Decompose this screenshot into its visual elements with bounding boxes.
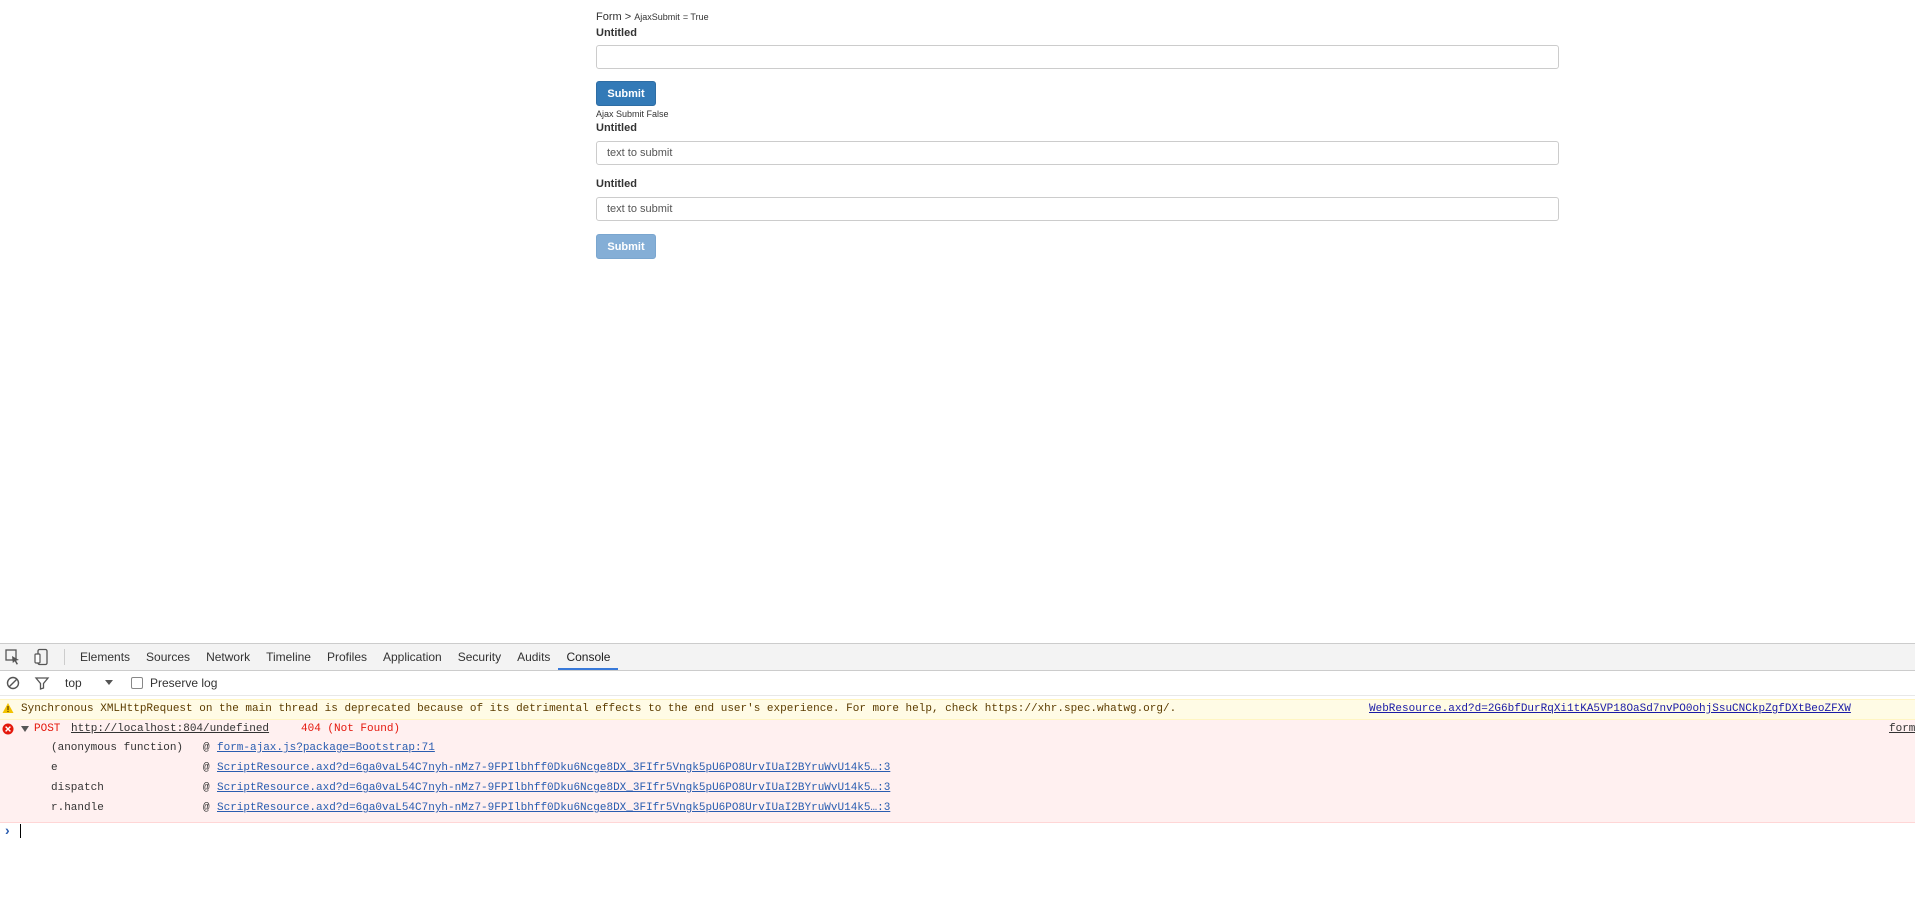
- ajax-submit-label: Ajax Submit: [596, 109, 645, 119]
- tab-console[interactable]: Console: [558, 644, 619, 670]
- web-page: Form > AjaxSubmit = True Untitled Submit…: [0, 0, 1915, 643]
- preserve-log-checkbox[interactable]: [131, 677, 143, 689]
- device-toolbar-icon[interactable]: [33, 648, 51, 666]
- stack-frame-at: @: [203, 762, 210, 774]
- expand-triangle-icon[interactable]: [20, 724, 30, 738]
- toolbar-divider: [64, 649, 65, 665]
- console-messages: Synchronous XMLHttpRequest on the main t…: [0, 699, 1915, 823]
- stack-frame-link[interactable]: form-ajax.js?package=Bootstrap:71: [217, 742, 435, 754]
- ajax-submit-status: Ajax Submit False: [596, 109, 669, 119]
- stack-frame-fn: dispatch: [51, 782, 104, 794]
- tab-network[interactable]: Network: [198, 644, 258, 670]
- warning-message: Synchronous XMLHttpRequest on the main t…: [21, 703, 1177, 715]
- warning-icon: [2, 702, 14, 718]
- filter-icon[interactable]: [34, 675, 50, 691]
- tab-sources[interactable]: Sources: [138, 644, 198, 670]
- stack-frame-link[interactable]: ScriptResource.axd?d=6ga0vaL54C7nyh-nMz7…: [217, 762, 890, 774]
- form2-text-input-2[interactable]: [596, 197, 1559, 221]
- devtools-tabs: Elements Sources Network Timeline Profil…: [72, 644, 619, 670]
- stack-frame-fn: r.handle: [51, 802, 104, 814]
- breadcrumb-separator: >: [624, 11, 632, 23]
- console-warning-row: Synchronous XMLHttpRequest on the main t…: [0, 699, 1915, 720]
- warning-source-link[interactable]: WebResource.axd?d=2G6bfDurRqXi1tKA5VP18O…: [1369, 703, 1851, 715]
- stack-frame-fn: e: [51, 762, 58, 774]
- text-cursor: [20, 824, 21, 838]
- error-source-link[interactable]: form: [1889, 723, 1915, 735]
- context-selector[interactable]: top: [65, 676, 82, 690]
- dropdown-arrow-icon[interactable]: [102, 675, 118, 691]
- stack-frame-at: @: [203, 802, 210, 814]
- breadcrumb: Form > AjaxSubmit = True: [596, 11, 709, 23]
- console-error-row: POST http://localhost:804/undefined 404 …: [0, 720, 1915, 823]
- inspect-element-icon[interactable]: [4, 648, 22, 666]
- form1-submit-button[interactable]: Submit: [596, 81, 656, 106]
- form1-text-input[interactable]: [596, 45, 1559, 69]
- console-filter-bar: top Preserve log: [0, 671, 1915, 696]
- error-method: POST: [34, 723, 61, 735]
- error-icon: [2, 723, 14, 739]
- stack-frame-link[interactable]: ScriptResource.axd?d=6ga0vaL54C7nyh-nMz7…: [217, 782, 890, 794]
- form2-submit-button[interactable]: Submit: [596, 234, 656, 259]
- tab-security[interactable]: Security: [450, 644, 509, 670]
- form2-label-1: Untitled: [596, 122, 637, 134]
- stack-frame-fn: (anonymous function): [51, 742, 184, 754]
- error-status: 404 (Not Found): [301, 723, 401, 735]
- error-url-link[interactable]: http://localhost:804/undefined: [71, 723, 269, 735]
- form2-text-input-1[interactable]: [596, 141, 1559, 165]
- ajax-submit-value: False: [646, 109, 669, 119]
- tab-profiles[interactable]: Profiles: [319, 644, 375, 670]
- devtools-toolbar: Elements Sources Network Timeline Profil…: [0, 644, 1915, 671]
- tab-timeline[interactable]: Timeline: [258, 644, 319, 670]
- form2-label-2: Untitled: [596, 178, 637, 190]
- stack-frame-at: @: [203, 742, 210, 754]
- breadcrumb-value: = True: [682, 12, 709, 22]
- console-prompt[interactable]: ›: [0, 821, 1915, 841]
- preserve-log-label: Preserve log: [150, 676, 218, 690]
- breadcrumb-root: Form: [596, 11, 622, 23]
- breadcrumb-item: AjaxSubmit: [634, 12, 680, 22]
- devtools-panel: Elements Sources Network Timeline Profil…: [0, 643, 1915, 905]
- stack-frame-link[interactable]: ScriptResource.axd?d=6ga0vaL54C7nyh-nMz7…: [217, 802, 890, 814]
- tab-application[interactable]: Application: [375, 644, 450, 670]
- tab-audits[interactable]: Audits: [509, 644, 558, 670]
- form1-label: Untitled: [596, 27, 637, 39]
- prompt-chevron-icon: ›: [5, 822, 10, 838]
- clear-console-icon[interactable]: [5, 675, 21, 691]
- stack-frame-at: @: [203, 782, 210, 794]
- tab-elements[interactable]: Elements: [72, 644, 138, 670]
